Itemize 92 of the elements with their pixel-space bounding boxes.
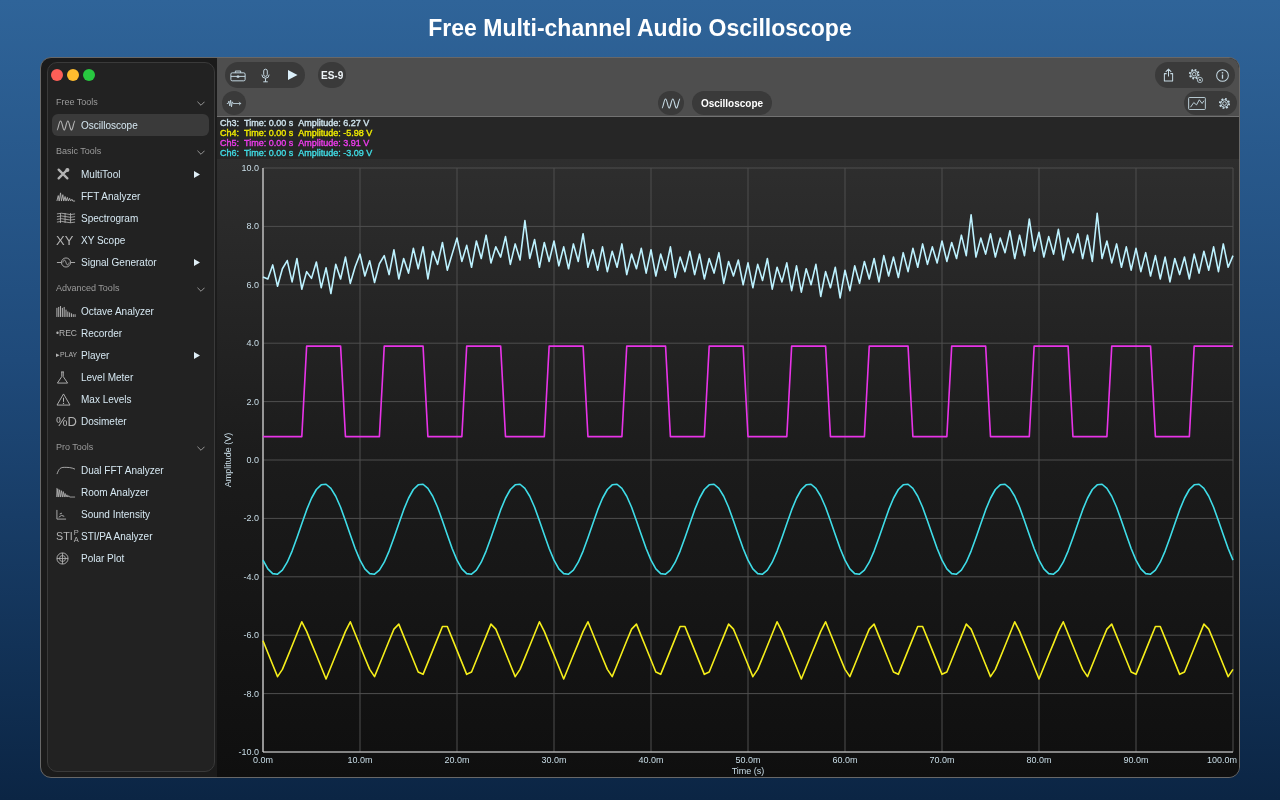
page-title: Free Multi-channel Audio Oscilloscope — [428, 14, 852, 43]
chevron-down-icon[interactable] — [197, 100, 205, 106]
sine-circle-icon — [56, 256, 76, 268]
text-icon: •REC — [56, 328, 77, 338]
text-icon: %D — [56, 414, 77, 428]
axis-tick-label: 6.0 — [246, 279, 259, 290]
sidebar-item[interactable]: Dual FFT Analyzer — [52, 459, 209, 481]
settings-icon — [1217, 96, 1231, 110]
window-zoom-button[interactable] — [83, 68, 95, 81]
window-minimize-button[interactable] — [67, 68, 79, 81]
axis-tick-label: 20.0m — [444, 755, 470, 765]
chevron-down-icon[interactable] — [197, 286, 205, 292]
line-chart-icon — [1188, 96, 1206, 110]
readout-time: Time: 0.00 s — [244, 138, 294, 148]
sidebar-item[interactable]: Level Meter — [52, 366, 209, 388]
sidebar-item[interactable]: •REC Recorder — [52, 322, 209, 344]
axis-title: Time (s) — [731, 766, 765, 776]
play-icon — [286, 69, 298, 81]
spectrum-icon — [56, 190, 76, 202]
sidebar-item[interactable]: Octave Analyzer — [52, 300, 209, 322]
axis-tick-label: 0.0 — [246, 455, 259, 465]
sidebar-item[interactable]: FFT Analyzer — [52, 185, 209, 207]
section-title: Pro Tools — [56, 441, 94, 455]
axis-tick-label: 80.0m — [1026, 755, 1052, 765]
axes-icon — [56, 508, 67, 520]
microphone-icon — [260, 67, 270, 83]
sidebar-item[interactable]: Oscilloscope — [52, 114, 209, 136]
axis-tick-label: 100.0m — [1206, 755, 1237, 765]
readout-amplitude: Amplitude: -3.09 V — [298, 148, 373, 158]
tool-title-button[interactable]: Oscilloscope — [691, 91, 773, 115]
wave-arrow-icon — [226, 98, 242, 108]
axis-tick-label: -2.0 — [243, 513, 259, 524]
axis-tick-label: -6.0 — [243, 630, 259, 641]
device-button[interactable]: ES-9 — [318, 62, 347, 88]
readout-amplitude: Amplitude: 3.91 V — [298, 138, 370, 148]
curve-icon — [56, 465, 76, 475]
flask-icon — [56, 370, 69, 384]
channel-label: Ch6: — [220, 148, 239, 158]
waveform-button[interactable] — [657, 91, 684, 115]
readout-amplitude: Amplitude: 6.27 V — [298, 118, 370, 128]
readout-time: Time: 0.00 s — [244, 128, 294, 138]
chevron-down-icon[interactable] — [197, 445, 205, 451]
crossed-tools-icon — [56, 167, 70, 181]
decay-icon — [56, 486, 76, 498]
chevron-down-icon[interactable] — [197, 149, 205, 155]
axis-tick-label: 4.0 — [246, 338, 259, 349]
readout-amplitude: Amplitude: -5.98 V — [298, 128, 373, 138]
axis-tick-label: 2.0 — [246, 396, 259, 407]
sine-wave-icon — [56, 119, 76, 131]
section-title: Basic Tools — [56, 145, 102, 159]
polar-grid-icon — [56, 551, 69, 565]
axis-tick-label: 10.0m — [347, 755, 373, 765]
axis-tick-label: -4.0 — [243, 571, 259, 582]
text-icon: XY — [56, 233, 74, 247]
bar-graph-icon — [56, 304, 76, 318]
axis-tick-label: 8.0 — [246, 221, 259, 232]
sidebar-item[interactable]: Spectrogram — [52, 207, 209, 229]
axis-tick-label: 10.0 — [241, 163, 259, 173]
section-title: Advanced Tools — [56, 282, 120, 296]
sidebar-item[interactable]: Max Levels — [52, 388, 209, 410]
wavy-lines-icon — [56, 212, 76, 224]
section-title: Free Tools — [56, 96, 98, 110]
readout-time: Time: 0.00 s — [244, 148, 294, 158]
sidebar-item[interactable]: Polar Plot — [52, 547, 209, 569]
sidebar-item[interactable]: MultiTool — [52, 163, 209, 185]
signal-button[interactable] — [222, 91, 246, 115]
axis-tick-label: 0.0m — [253, 755, 273, 765]
channel-label: Ch4: — [220, 128, 239, 138]
axis-tick-label: 90.0m — [1123, 755, 1149, 765]
sidebar-item[interactable]: %D Dosimeter — [52, 410, 209, 432]
axis-tick-label: 70.0m — [929, 755, 955, 765]
channel-label: Ch3: — [220, 118, 239, 128]
axis-tick-label: 50.0m — [735, 755, 761, 765]
share-icon — [1162, 68, 1174, 82]
channel-label: Ch5: — [220, 138, 239, 148]
sidebar-item[interactable]: Signal Generator — [52, 251, 209, 273]
window-close-button[interactable] — [51, 68, 63, 81]
info-icon — [1215, 68, 1229, 82]
sidebar-item[interactable]: XY XY Scope — [52, 229, 209, 251]
gear-badge-icon — [1187, 67, 1203, 83]
axis-tick-label: -8.0 — [243, 688, 259, 699]
sine-wave-icon — [660, 97, 681, 109]
axis-tick-label: 60.0m — [832, 755, 858, 765]
axis-tick-label: 30.0m — [541, 755, 567, 765]
sidebar-item[interactable]: Room Analyzer — [52, 481, 209, 503]
briefcase-icon — [230, 68, 246, 82]
warning-icon — [56, 392, 71, 406]
axis-title: Amplitude (V) — [223, 432, 233, 488]
sidebar-item[interactable]: Sound Intensity — [52, 503, 209, 525]
axis-tick-label: 40.0m — [638, 755, 664, 765]
axis-tick-label: -10.0 — [238, 747, 259, 757]
readout-time: Time: 0.00 s — [244, 118, 294, 128]
